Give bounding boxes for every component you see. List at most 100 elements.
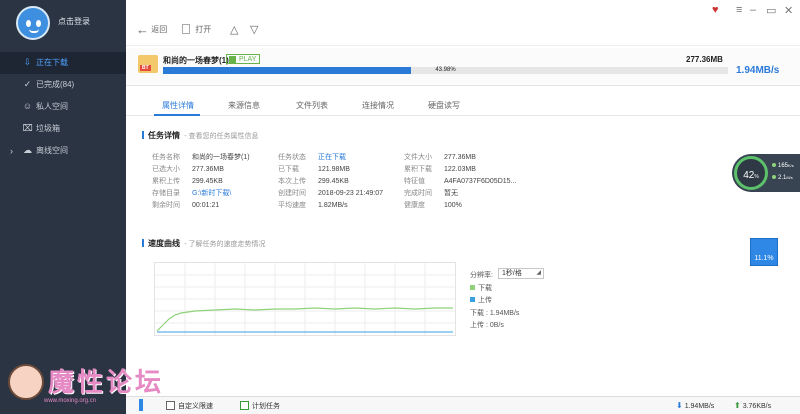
- sidebar-item-label: 垃圾箱: [36, 124, 60, 133]
- detail-row: 创建时间 2018-09-23 21:49:07: [278, 188, 383, 198]
- detail-value: 100%: [444, 202, 462, 209]
- tab-source[interactable]: 来源信息: [228, 100, 260, 111]
- watermark-text: 魔性论坛: [48, 368, 165, 398]
- detail-value: 00:01:21: [192, 202, 220, 209]
- detail-row: 累积下载 122.03MB: [404, 164, 476, 174]
- sidebar-item-downloading[interactable]: ⇩ 正在下载: [0, 52, 126, 74]
- back-arrow-icon: ←: [136, 22, 149, 37]
- section-marker: [142, 239, 144, 247]
- detail-value: 和尚的一场春梦(1): [192, 154, 250, 161]
- upload-legend-label: 上传: [478, 297, 492, 304]
- resolution-select[interactable]: 1秒/格 ◢: [498, 268, 544, 279]
- monitor-up-speed: 165K/s: [772, 163, 794, 169]
- task-name: 和尚的一场春梦(1): [163, 56, 229, 65]
- progress-percent: 43.98%: [435, 67, 456, 73]
- tab-underline: [154, 114, 200, 116]
- check-circle-icon: ✓: [23, 79, 32, 89]
- monitor-down-speed: 2.1M/s: [772, 175, 793, 181]
- trash-icon: ⌧: [22, 123, 33, 133]
- resolution-value: 1秒/格: [502, 270, 522, 277]
- tab-properties[interactable]: 属性详情: [162, 100, 194, 111]
- sidebar-item-completed[interactable]: ✓ 已完成(84): [0, 74, 126, 96]
- sidebar-item-label: 离线空间: [36, 146, 68, 155]
- speed-desc: - 了解任务的速度走势情况: [184, 241, 266, 248]
- sidebar-item-label: 正在下载: [36, 58, 68, 67]
- back-button[interactable]: ← 返回: [136, 22, 167, 38]
- detail-row: 已下载 121.98MB: [278, 164, 350, 174]
- memory-tile[interactable]: 11.1%: [750, 238, 778, 266]
- detail-key: 本次上传: [278, 178, 306, 185]
- open-label: 打开: [195, 25, 212, 34]
- tab-files[interactable]: 文件列表: [296, 100, 328, 111]
- cloud-icon: ☁: [23, 145, 32, 155]
- download-arrow-icon: ⬇: [676, 401, 683, 410]
- play-button[interactable]: PLAY: [226, 54, 261, 64]
- tab-connections[interactable]: 连接情况: [362, 100, 394, 111]
- tab-disk[interactable]: 硬盘读写: [428, 100, 460, 111]
- maximize-icon[interactable]: ▭: [766, 4, 776, 17]
- file-icon: [182, 24, 190, 34]
- detail-key: 剩余时间: [152, 202, 180, 209]
- sidebar-item-offline[interactable]: › ☁ 离线空间: [0, 140, 126, 162]
- details-desc: - 查看您的任务属性信息: [184, 133, 259, 140]
- detail-key: 文件大小: [404, 154, 432, 161]
- back-label: 返回: [151, 25, 168, 34]
- task-row[interactable]: BT 和尚的一场春梦(1) PLAY 277.36MB 43.98% 1.94M…: [126, 48, 800, 86]
- sidebar-item-label: 私人空间: [36, 102, 68, 111]
- download-legend-label: 下载: [478, 285, 492, 292]
- sidebar-item-private[interactable]: ☺ 私人空间: [0, 96, 126, 118]
- detail-value: 正在下载: [318, 154, 346, 161]
- close-icon[interactable]: ✕: [784, 4, 793, 17]
- triangle-up-icon: △: [230, 24, 239, 36]
- speed-chart-svg: [155, 263, 455, 335]
- detail-row: 平均速度 1.82MB/s: [278, 200, 348, 210]
- main-panel: ← 返回 打开 △ ▽ ♥ ≡ – ▭ ✕ BT 和尚的一场春梦(1) PLAY: [126, 0, 800, 414]
- download-icon: ⇩: [23, 57, 32, 67]
- detail-value[interactable]: G:\新时下载\: [192, 190, 231, 197]
- skin-icon[interactable]: ♥: [712, 4, 719, 16]
- detail-value: 121.98MB: [318, 166, 350, 173]
- schedule-button[interactable]: 计划任务: [240, 401, 280, 411]
- details-title: 任务详情: [148, 131, 180, 140]
- detail-row: 本次上传 299.45KB: [278, 176, 349, 186]
- status-up-speed: ⬆ 3.76KB/s: [734, 401, 772, 410]
- move-down-button[interactable]: ▽: [250, 22, 258, 38]
- up-dot-icon: [772, 163, 776, 167]
- move-up-button[interactable]: △: [230, 22, 238, 38]
- down-dot-icon: [772, 175, 776, 179]
- avatar[interactable]: [16, 6, 50, 40]
- detail-value: 277.36MB: [444, 154, 476, 161]
- detail-key: 已选大小: [152, 166, 180, 173]
- login-link[interactable]: 点击登录: [58, 16, 90, 27]
- speed-section-title: 速度曲线 - 了解任务的速度走势情况: [142, 238, 266, 249]
- detail-key: 健康度: [404, 202, 425, 209]
- upload-speed-text: 上传 : 0B/s: [470, 322, 504, 329]
- detail-value: 1.82MB/s: [318, 202, 348, 209]
- menu-icon[interactable]: ≡: [736, 4, 742, 16]
- network-monitor[interactable]: 42% 165K/s 2.1M/s: [732, 154, 800, 192]
- play-icon: [229, 56, 236, 63]
- detail-key: 特征值: [404, 178, 425, 185]
- detail-row: 特征值 A4FA0737F6D05D15...: [404, 176, 516, 186]
- detail-row: 任务状态 正在下载: [278, 152, 346, 162]
- folder-icon: BT: [138, 55, 158, 73]
- chevron-right-icon[interactable]: ›: [10, 140, 13, 162]
- schedule-label: 计划任务: [252, 403, 280, 410]
- open-button[interactable]: 打开: [182, 22, 211, 38]
- task-size: 277.36MB: [686, 55, 723, 64]
- detail-key: 累积上传: [152, 178, 180, 185]
- schedule-icon: [240, 401, 249, 410]
- cpu-percent: 42%: [743, 170, 759, 181]
- statusbar: 自定义限速 计划任务 ⬇ 1.94MB/s ⬆ 3.76KB/s: [126, 396, 800, 414]
- sidebar-item-trash[interactable]: ⌧ 垃圾箱: [0, 118, 126, 140]
- detail-row: 累积上传 299.45KB: [152, 176, 223, 186]
- speed-chart: [154, 262, 456, 336]
- mascot-icon: [8, 364, 44, 400]
- download-legend-swatch: [470, 285, 475, 290]
- custom-speed-button[interactable]: 自定义限速: [166, 401, 213, 411]
- sidebar: 点击登录 ⇩ 正在下载 ✓ 已完成(84) ☺ 私人空间 ⌧ 垃圾箱 › ☁ 离…: [0, 0, 126, 414]
- bt-badge: BT: [140, 65, 151, 71]
- detail-key: 已下载: [278, 166, 299, 173]
- minimize-icon[interactable]: –: [750, 4, 756, 16]
- detail-row: 已选大小 277.36MB: [152, 164, 224, 174]
